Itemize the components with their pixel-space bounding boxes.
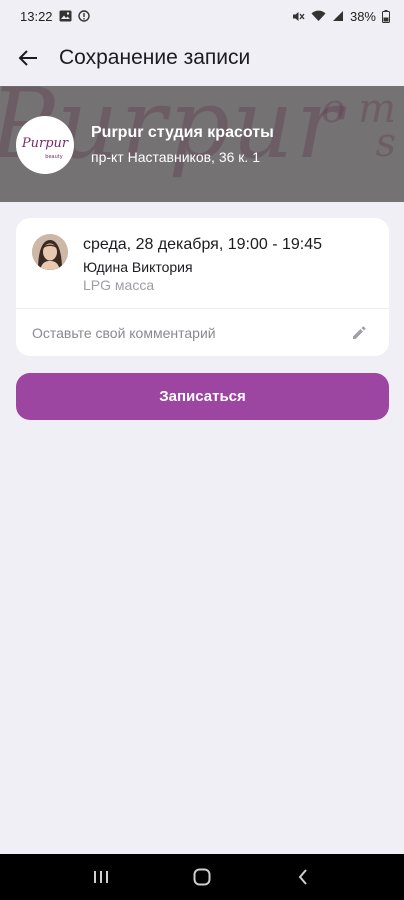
salon-address: пр-кт Наставников, 36 к. 1 (91, 149, 260, 165)
comment-placeholder: Оставьте свой комментарий (32, 324, 216, 341)
book-button[interactable]: Записаться (16, 373, 389, 420)
page-title: Сохранение записи (59, 46, 251, 69)
back-button[interactable] (0, 32, 56, 84)
salon-banner: Purpur o ms Purpur beauty Purpur студия … (0, 86, 404, 202)
wifi-icon (311, 10, 326, 22)
recent-apps-button[interactable] (76, 857, 126, 897)
home-icon (193, 868, 211, 886)
nav-back-button[interactable] (278, 857, 328, 897)
status-right: 38% (292, 9, 390, 24)
salon-name: Purpur студия красоты (91, 124, 274, 141)
booking-card: среда, 28 декабря, 19:00 - 19:45 Юдина В… (16, 218, 389, 356)
signal-icon (332, 10, 344, 22)
back-icon (298, 869, 308, 885)
mute-icon (292, 10, 305, 23)
svg-text:beauty: beauty (45, 154, 62, 160)
svg-text:Purpur: Purpur (21, 136, 69, 151)
appointment-datetime: среда, 28 декабря, 19:00 - 19:45 (83, 236, 323, 253)
master-avatar (32, 234, 68, 270)
battery-icon (382, 9, 390, 23)
recent-apps-icon (93, 871, 108, 883)
app-bar: Сохранение записи (0, 32, 404, 84)
pencil-icon[interactable] (351, 325, 367, 341)
system-nav-bar (0, 854, 404, 900)
status-bar: 13:22 38% (0, 0, 404, 32)
status-left: 13:22 (20, 9, 90, 24)
status-time: 13:22 (20, 8, 53, 24)
arrow-left-icon (18, 50, 37, 66)
battery-percent: 38% (349, 8, 376, 24)
service-name: LPG масса (83, 277, 155, 293)
home-button[interactable] (177, 857, 227, 897)
comment-input[interactable]: Оставьте свой комментарий (16, 309, 389, 356)
master-name: Юдина Виктория (83, 259, 193, 275)
salon-logo: Purpur beauty (16, 116, 74, 174)
alert-circle-icon (77, 10, 90, 22)
gallery-icon (59, 10, 72, 22)
